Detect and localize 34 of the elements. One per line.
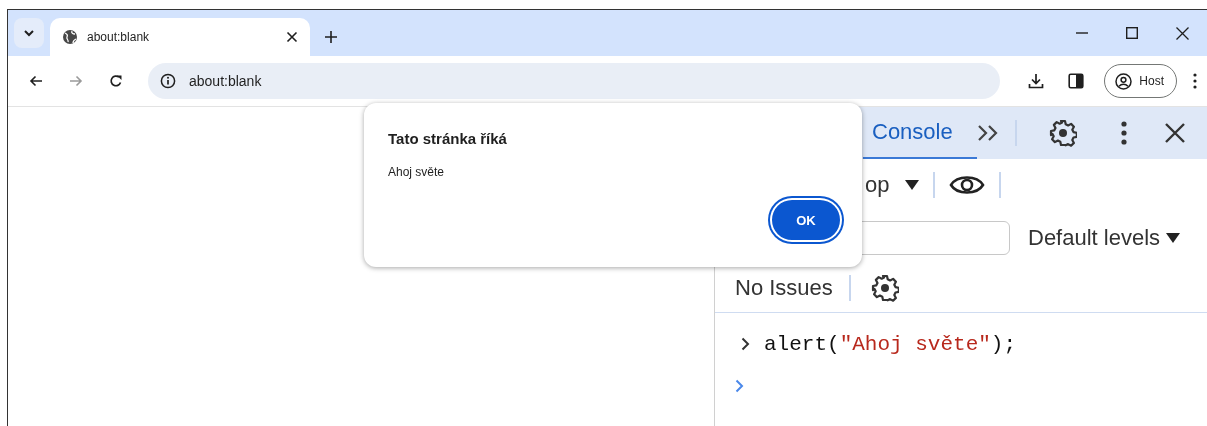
address-bar[interactable]: about:blank <box>148 63 1001 99</box>
dropdown-arrow-icon[interactable] <box>905 180 920 190</box>
prompt-chevron-icon[interactable] <box>735 379 744 393</box>
close-icon[interactable] <box>1175 26 1189 40</box>
menu-icon[interactable] <box>1193 73 1197 89</box>
chevron-icon <box>741 337 750 351</box>
dialog-title: Tato stránka říká <box>388 130 508 147</box>
settings-icon[interactable] <box>870 274 899 302</box>
log-levels-dropdown[interactable]: Default levels <box>1028 224 1181 251</box>
chevron-down-icon <box>23 29 35 37</box>
profile-icon <box>1115 72 1133 90</box>
dialog-message: Ahoj světe <box>388 165 446 179</box>
context-selector[interactable]: op <box>865 172 890 198</box>
eye-icon[interactable] <box>949 174 986 196</box>
settings-icon[interactable] <box>1048 119 1077 147</box>
download-icon[interactable] <box>1028 73 1045 89</box>
issues-label[interactable]: No Issues <box>735 275 833 301</box>
close-icon[interactable] <box>286 31 298 43</box>
side-panel-icon[interactable] <box>1068 73 1085 89</box>
dropdown-arrow-icon[interactable] <box>1166 232 1181 243</box>
menu-icon[interactable] <box>1120 121 1127 145</box>
globe-icon <box>62 29 78 45</box>
new-tab-icon[interactable] <box>324 30 338 44</box>
info-icon[interactable] <box>160 73 176 89</box>
maximize-icon[interactable] <box>1126 27 1138 39</box>
browser-tab[interactable]: about:blank <box>50 18 310 56</box>
profile-button[interactable]: Host <box>1104 64 1177 98</box>
close-icon[interactable] <box>1164 123 1185 143</box>
console-command: alert("Ahoj světe"); <box>764 332 1017 356</box>
ok-button[interactable]: OK <box>770 198 842 242</box>
back-arrow-icon[interactable] <box>29 75 43 87</box>
tab-search-button[interactable] <box>14 18 44 48</box>
forward-arrow-icon[interactable] <box>69 75 83 87</box>
reload-icon[interactable] <box>109 74 123 88</box>
